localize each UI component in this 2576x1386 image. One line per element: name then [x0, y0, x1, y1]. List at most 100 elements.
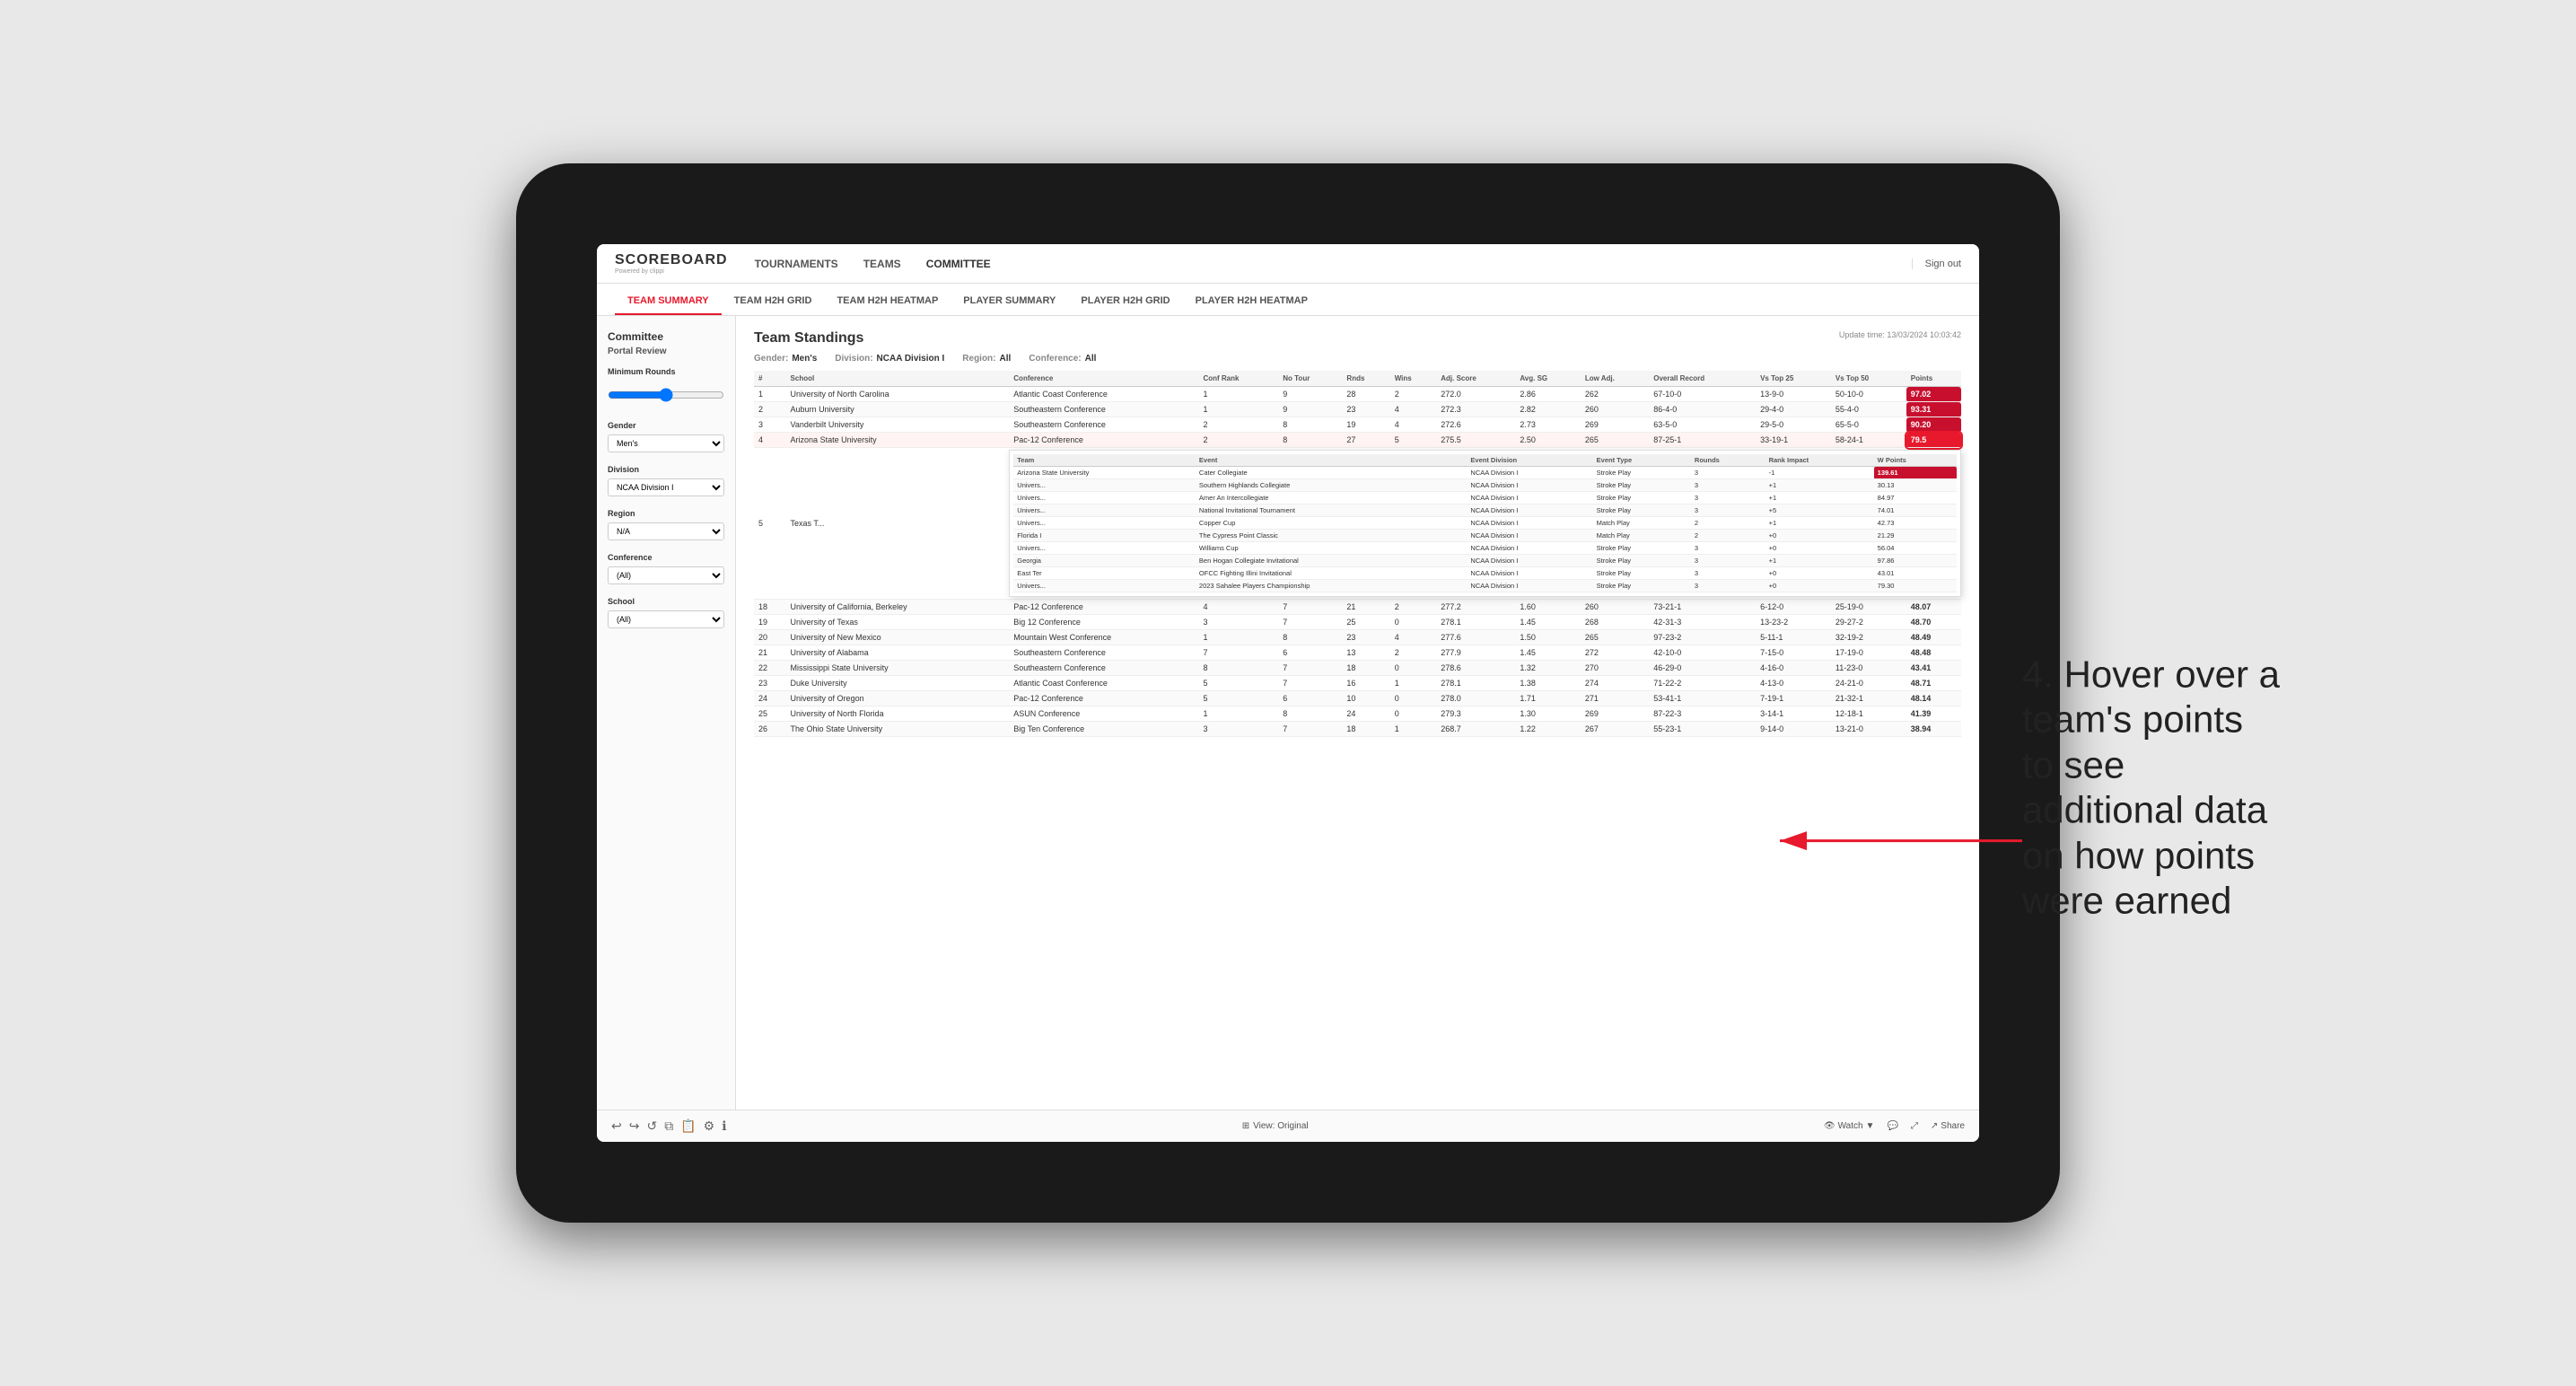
- sidebar-region: Region N/A: [608, 509, 724, 540]
- cell-no-tour: 8: [1278, 417, 1342, 433]
- sidebar-conference-select[interactable]: (All): [608, 566, 724, 584]
- cell-rnds: 19: [1342, 417, 1389, 433]
- subnav-team-h2h-grid[interactable]: TEAM H2H GRID: [722, 288, 825, 315]
- cell-wins: 5: [1390, 433, 1437, 448]
- report-header: Team Standings Update time: 13/03/2024 1…: [754, 330, 1961, 346]
- cell-conference: Southeastern Conference: [1009, 417, 1198, 433]
- list-item: Florida I The Cypress Point Classic NCAA…: [1013, 530, 1957, 542]
- cell-adj-score: 272.3: [1436, 402, 1515, 417]
- cell-low-adj: 260: [1581, 402, 1649, 417]
- share-button[interactable]: ↗ Share: [1931, 1121, 1965, 1131]
- redo-button[interactable]: ↪: [629, 1118, 640, 1134]
- copy-button[interactable]: ⧉: [664, 1118, 673, 1134]
- view-original-label: View: Original: [1253, 1121, 1309, 1131]
- watch-label: Watch: [1838, 1121, 1863, 1131]
- sidebar-conference: Conference (All): [608, 553, 724, 584]
- cell-rank: 1: [754, 387, 786, 402]
- cell-adj-score: 275.5: [1436, 433, 1515, 448]
- sidebar-division-select[interactable]: NCAA Division I: [608, 478, 724, 496]
- cell-wins: 4: [1390, 402, 1437, 417]
- tooltip-col-division: Event Division: [1467, 454, 1592, 467]
- tooltip-panel: Team Event Event Division Event Type Rou…: [1009, 450, 1961, 597]
- refresh-button[interactable]: ↺: [646, 1118, 657, 1134]
- filter-gender-label: Gender:: [754, 354, 788, 364]
- list-item: East Ter OFCC Fighting Illini Invitation…: [1013, 567, 1957, 580]
- list-item: Univers... Amer An Intercollegiate NCAA …: [1013, 492, 1957, 504]
- cell-overall: 86-4-0: [1649, 402, 1756, 417]
- filter-conference-label: Conference:: [1029, 354, 1081, 364]
- cell-conference: Southeastern Conference: [1009, 402, 1198, 417]
- col-avg-sg: Avg. SG: [1515, 371, 1581, 387]
- watch-button[interactable]: 👁 Watch ▼: [1824, 1121, 1875, 1131]
- table-row: 18 University of California, Berkeley Pa…: [754, 600, 1961, 615]
- filter-row: Gender: Men's Division: NCAA Division I …: [754, 354, 1961, 364]
- sidebar-min-rounds-label: Minimum Rounds: [608, 367, 724, 376]
- col-wins: Wins: [1390, 371, 1437, 387]
- cell-points[interactable]: 97.02: [1906, 387, 1961, 402]
- table-row: 5 Texas T... Team Event: [754, 448, 1961, 600]
- table-row: 2 Auburn University Southeastern Confere…: [754, 402, 1961, 417]
- tooltip-table: Team Event Event Division Event Type Rou…: [1013, 454, 1957, 592]
- cell-rank: 3: [754, 417, 786, 433]
- list-item: Univers... Southern Highlands Collegiate…: [1013, 479, 1957, 492]
- sidebar-gender-select[interactable]: Men's: [608, 434, 724, 452]
- cell-low-adj: 269: [1581, 417, 1649, 433]
- filter-conference: Conference: All: [1029, 354, 1096, 364]
- sidebar-title: Committee: [608, 330, 724, 343]
- filter-division-value: NCAA Division I: [877, 354, 945, 364]
- cell-avg-sg: 2.86: [1515, 387, 1581, 402]
- nav-item-teams[interactable]: TEAMS: [863, 256, 901, 272]
- annotation-container: 4. Hover over a team's points to see add…: [2022, 653, 2280, 924]
- sidebar-min-rounds: Minimum Rounds: [608, 367, 724, 408]
- info-button[interactable]: ℹ: [722, 1118, 726, 1134]
- cell-overall: 87-25-1: [1649, 433, 1756, 448]
- col-conf-rank: Conf Rank: [1198, 371, 1278, 387]
- tooltip-col-event: Event: [1196, 454, 1467, 467]
- nav-items: TOURNAMENTS TEAMS COMMITTEE: [755, 256, 1912, 272]
- comment-button[interactable]: 💬: [1887, 1121, 1897, 1131]
- col-points: Points: [1906, 371, 1961, 387]
- cell-points[interactable]: 90.20: [1906, 417, 1961, 433]
- cell-wins: 4: [1390, 417, 1437, 433]
- subnav-team-h2h-heatmap[interactable]: TEAM H2H HEATMAP: [824, 288, 951, 315]
- cell-rank: 4: [754, 433, 786, 448]
- subnav-player-h2h-heatmap[interactable]: PLAYER H2H HEATMAP: [1183, 288, 1320, 315]
- settings-button[interactable]: ⚙: [704, 1118, 715, 1134]
- logo-sub: Powered by clippi: [615, 268, 728, 275]
- col-no-tour: No Tour: [1278, 371, 1342, 387]
- tooltip-col-type: Event Type: [1593, 454, 1691, 467]
- cell-points[interactable]: 93.31: [1906, 402, 1961, 417]
- cell-points-highlighted[interactable]: 79.5: [1906, 433, 1961, 448]
- undo-button[interactable]: ↩: [611, 1118, 622, 1134]
- list-item: Univers... 2023 Sahalee Players Champion…: [1013, 580, 1957, 592]
- view-original[interactable]: ⊞ View: Original: [1242, 1121, 1309, 1131]
- cell-no-tour: 8: [1278, 433, 1342, 448]
- sidebar-school-label: School: [608, 597, 724, 606]
- cell-rnds: 27: [1342, 433, 1389, 448]
- sign-out-button[interactable]: Sign out: [1912, 259, 1961, 269]
- cell-adj-score: 272.6: [1436, 417, 1515, 433]
- subnav-team-summary[interactable]: TEAM SUMMARY: [615, 288, 722, 315]
- annotation-line1: 4. Hover over a: [2022, 654, 2280, 696]
- sidebar-min-rounds-input[interactable]: [608, 384, 724, 406]
- col-overall: Overall Record: [1649, 371, 1756, 387]
- subnav-player-h2h-grid[interactable]: PLAYER H2H GRID: [1068, 288, 1182, 315]
- expand-button[interactable]: ⤢: [1911, 1121, 1918, 1131]
- nav-item-tournaments[interactable]: TOURNAMENTS: [755, 256, 838, 272]
- cell-no-tour: 9: [1278, 402, 1342, 417]
- paste-button[interactable]: 📋: [680, 1118, 696, 1134]
- tooltip-col-team: Team: [1013, 454, 1196, 467]
- toolbar-left: ↩ ↪ ↺ ⧉ 📋 ⚙ ℹ: [611, 1118, 727, 1134]
- list-item: Univers... Williams Cup NCAA Division I …: [1013, 542, 1957, 555]
- sidebar: Committee Portal Review Minimum Rounds G…: [597, 316, 736, 1110]
- sidebar-region-select[interactable]: N/A: [608, 522, 724, 540]
- cell-avg-sg: 2.82: [1515, 402, 1581, 417]
- sidebar-school-select[interactable]: (All): [608, 610, 724, 628]
- filter-region-value: All: [1000, 354, 1012, 364]
- subnav-player-summary[interactable]: PLAYER SUMMARY: [951, 288, 1068, 315]
- nav-item-committee[interactable]: COMMITTEE: [926, 256, 991, 272]
- table-row: 21 University of Alabama Southeastern Co…: [754, 645, 1961, 661]
- cell-vs50: 50-10-0: [1831, 387, 1906, 402]
- toolbar-right: 👁 Watch ▼ 💬 ⤢ ↗ Share: [1824, 1121, 1965, 1131]
- cell-vs50: 65-5-0: [1831, 417, 1906, 433]
